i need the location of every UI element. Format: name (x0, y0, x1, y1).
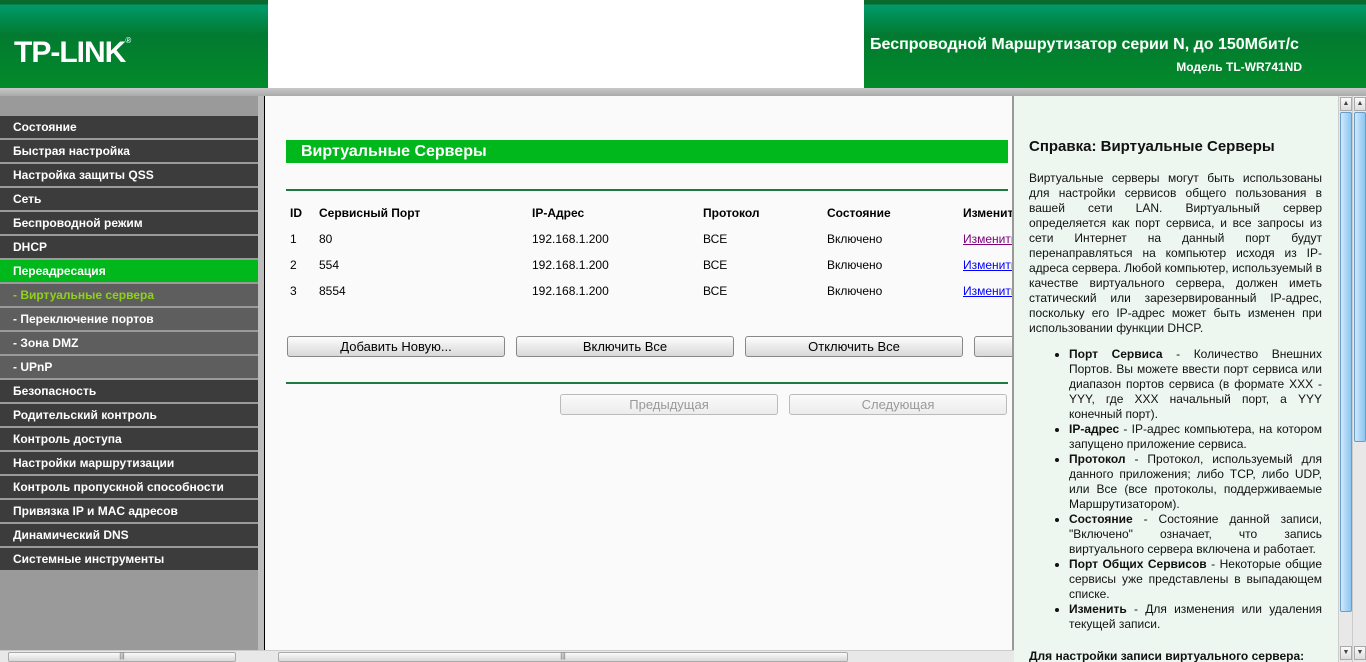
table-cell-ip: 192.168.1.200 (532, 232, 609, 246)
edit-link[interactable]: Изменить (963, 284, 1012, 298)
edit-link[interactable]: Изменить (963, 258, 1012, 272)
header-divider (0, 88, 1366, 96)
page-title: Виртуальные Серверы (286, 140, 1008, 163)
table-cell-status: Включено (827, 258, 883, 272)
help-item: Протокол - Протокол, используемый для да… (1069, 452, 1322, 512)
hscroll-thumb[interactable]: ||| (278, 652, 848, 662)
table-cell-status: Включено (827, 284, 883, 298)
help-title: Справка: Виртуальные Серверы (1029, 138, 1275, 155)
sidebar-item[interactable]: Родительский контроль (0, 404, 258, 426)
table-cell-protocol: ВСЕ (703, 258, 728, 272)
sidebar-item[interactable]: Системные инструменты (0, 548, 258, 570)
header-banner: Беспроводной Маршрутизатор серии N, до 1… (864, 0, 1366, 88)
help-term: Состояние (1069, 512, 1133, 526)
header-blank (268, 0, 864, 88)
help-footer: Для настройки записи виртуального сервер… (1029, 649, 1305, 662)
delete-all-button[interactable] (974, 336, 1012, 357)
enable-all-button[interactable]: Включить Все (516, 336, 734, 357)
table-cell-id: 2 (290, 258, 297, 272)
column-header: Сервисный Порт (319, 206, 421, 220)
scroll-up-icon[interactable]: ▲ (1340, 97, 1352, 111)
help-intro: Виртуальные серверы могут быть использов… (1029, 171, 1322, 335)
help-term: Порт Общих Сервисов (1069, 557, 1207, 571)
scroll-up-icon[interactable]: ▲ (1354, 97, 1366, 111)
table-cell-id: 3 (290, 284, 297, 298)
sidebar-item[interactable]: Безопасность (0, 380, 258, 402)
sidebar-item[interactable]: - Зона DMZ (0, 332, 258, 354)
help-item: Изменить - Для изменения или удаления те… (1069, 602, 1322, 632)
table-cell-ip: 192.168.1.200 (532, 284, 609, 298)
scroll-thumb[interactable] (1340, 112, 1352, 612)
tp-link-logo: TP-LINK® (14, 36, 131, 69)
help-item: Порт Сервиса - Количество Внешних Портов… (1069, 347, 1322, 422)
sidebar-item[interactable]: Динамический DNS (0, 524, 258, 546)
table-cell-port: 8554 (319, 284, 346, 298)
table-cell-id: 1 (290, 232, 297, 246)
help-panel: Справка: Виртуальные Серверы Виртуальные… (1014, 96, 1338, 662)
sidebar-item[interactable]: Настройка защиты QSS (0, 164, 258, 186)
sidebar-item[interactable]: Быстрая настройка (0, 140, 258, 162)
sidebar-item[interactable]: DHCP (0, 236, 258, 258)
product-title: Беспроводной Маршрутизатор серии N, до 1… (870, 36, 1299, 53)
model-label: Модель TL-WR741ND (1176, 60, 1302, 74)
help-item: Состояние - Состояние данной записи, "Вк… (1069, 512, 1322, 557)
table-cell-port: 80 (319, 232, 333, 246)
table-cell-protocol: ВСЕ (703, 232, 728, 246)
sidebar-item[interactable]: Контроль доступа (0, 428, 258, 450)
sidebar-item[interactable]: - Переключение портов (0, 308, 258, 330)
sidebar-item[interactable]: Привязка IP и MAC адресов (0, 500, 258, 522)
next-page-button[interactable]: Следующая (789, 394, 1007, 415)
table-cell-protocol: ВСЕ (703, 284, 728, 298)
header-brand: TP-LINK® (0, 0, 268, 88)
sidebar-item[interactable]: Контроль пропускной способности (0, 476, 258, 498)
hscroll-thumb[interactable]: ||| (8, 652, 236, 662)
prev-page-button[interactable]: Предыдущая (560, 394, 778, 415)
help-term: Порт Сервиса (1069, 347, 1163, 361)
help-term: Изменить (1069, 602, 1127, 616)
divider (286, 382, 1008, 384)
sidebar-item[interactable]: Переадресация (0, 260, 258, 282)
main-hscrollbar[interactable]: ||| (264, 650, 1014, 662)
column-header: Изменить (963, 206, 1014, 220)
column-header: IP-Адрес (532, 206, 585, 220)
scroll-down-icon[interactable]: ▼ (1354, 646, 1366, 660)
help-list: Порт Сервиса - Количество Внешних Портов… (1069, 347, 1322, 632)
edit-link[interactable]: Изменить (963, 232, 1012, 246)
sidebar-item[interactable]: - UPnP (0, 356, 258, 378)
page-scrollbar[interactable]: ▲ ▼ (1352, 96, 1366, 662)
sidebar-item[interactable]: Настройки маршрутизации (0, 452, 258, 474)
sidebar-item[interactable]: Беспроводной режим (0, 212, 258, 234)
scroll-thumb[interactable] (1354, 112, 1366, 442)
column-header: ID (290, 206, 302, 220)
sidebar-menu: Состояние Быстрая настройка Настройка защи… (0, 96, 264, 650)
scroll-down-icon[interactable]: ▼ (1340, 646, 1352, 660)
disable-all-button[interactable]: Отключить Все (745, 336, 963, 357)
help-term: Протокол (1069, 452, 1126, 466)
sidebar-hscrollbar[interactable]: ||| (0, 650, 264, 662)
help-scrollbar[interactable]: ▲ ▼ (1338, 96, 1352, 662)
sidebar-item[interactable]: - Виртуальные сервера (0, 284, 258, 306)
main-frame: Виртуальные Серверы ID Сервисный Порт IP-А… (264, 96, 1014, 650)
divider (286, 189, 1008, 191)
help-item: Порт Общих Сервисов - Некоторые общие се… (1069, 557, 1322, 602)
sidebar-item[interactable]: Сеть (0, 188, 258, 210)
table-cell-port: 554 (319, 258, 340, 272)
column-header: Протокол (703, 206, 760, 220)
table-cell-status: Включено (827, 232, 883, 246)
add-new-button[interactable]: Добавить Новую... (287, 336, 505, 357)
help-item: IP-адрес - IP-адрес компьютера, на котор… (1069, 422, 1322, 452)
help-term: IP-адрес (1069, 422, 1120, 436)
table-cell-ip: 192.168.1.200 (532, 258, 609, 272)
sidebar-item[interactable]: Состояние (0, 116, 258, 138)
column-header: Состояние (827, 206, 891, 220)
